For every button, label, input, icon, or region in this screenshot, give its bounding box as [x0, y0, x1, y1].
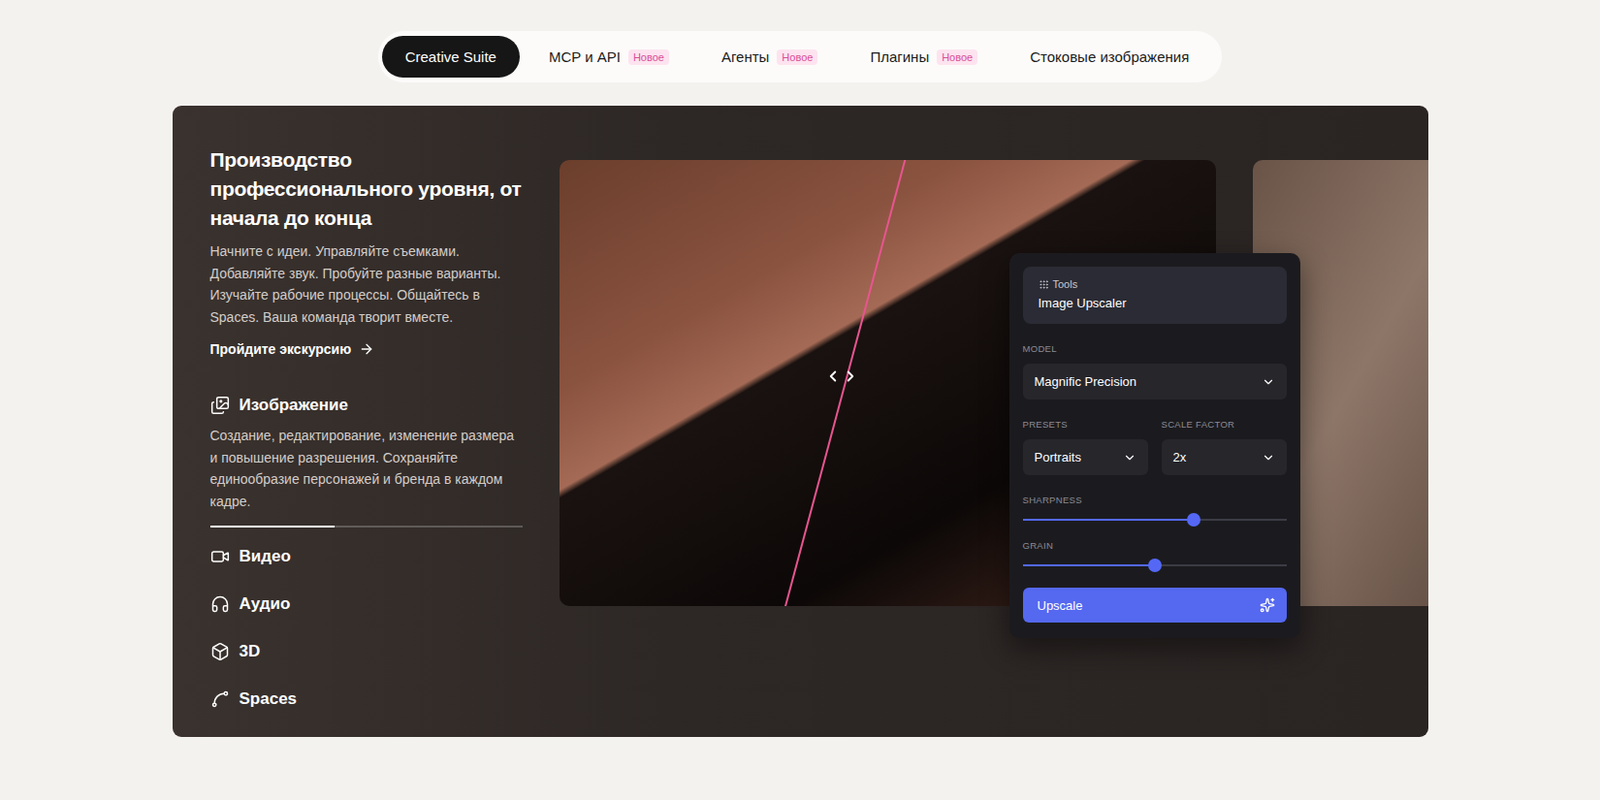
category-progress — [210, 525, 523, 528]
presets-select[interactable]: Portraits — [1023, 439, 1149, 476]
images-icon — [210, 395, 230, 416]
headphones-icon — [210, 594, 230, 614]
category-item: Изображение Создание, редактирование, изм… — [210, 391, 523, 544]
chevron-right-icon — [841, 367, 860, 385]
field-label: PRESETS — [1023, 418, 1149, 430]
nav-tab-label: Creative Suite — [405, 48, 497, 65]
compare-divider[interactable] — [775, 160, 909, 607]
compare-handle[interactable] — [824, 367, 860, 385]
category-progress-fill — [210, 525, 336, 528]
cube-icon — [210, 641, 230, 662]
model-select[interactable]: Magnific Precision — [1023, 363, 1287, 400]
grid-icon — [1038, 279, 1050, 290]
category-header[interactable]: Аудио — [210, 590, 523, 618]
slider[interactable] — [1023, 564, 1287, 567]
field-row: PRESETS Portraits SCALE FACTOR 2x — [1023, 399, 1287, 476]
video-icon — [210, 546, 230, 567]
chevron-down-icon — [1261, 450, 1276, 465]
slider-fill — [1023, 518, 1195, 521]
top-nav: Creative SuiteMCP и APIНовоеАгентыНовоеП… — [378, 31, 1223, 83]
slider-label: SHARPNESS — [1023, 494, 1287, 506]
new-badge: Новое — [628, 49, 670, 65]
category-header[interactable]: 3D — [210, 638, 523, 666]
page: Creative SuiteMCP и APIНовоеАгентыНовоеП… — [0, 0, 1600, 800]
upscale-button[interactable]: Upscale — [1023, 587, 1287, 623]
category-item: Аудио — [210, 590, 523, 639]
category-item: Видео — [210, 543, 523, 591]
category-header[interactable]: Видео — [210, 543, 523, 571]
tool-title: Image Upscaler — [1038, 295, 1272, 311]
hero-title: Производство профессионального уровня, о… — [210, 145, 523, 233]
nav-tab-label: Стоковые изображения — [1029, 48, 1189, 65]
hero-text: Производство профессионального уровня, о… — [210, 145, 523, 734]
spline-icon — [210, 689, 230, 709]
slider-knob[interactable] — [1186, 512, 1201, 527]
category-header[interactable]: Изображение — [210, 391, 523, 419]
category-item: Spaces — [210, 685, 523, 734]
nav-tab[interactable]: Стоковые изображения — [1006, 35, 1213, 78]
category-list: Изображение Создание, редактирование, изм… — [210, 391, 523, 734]
slider-fill — [1023, 564, 1155, 567]
category-item: 3D — [210, 638, 523, 686]
arrow-right-icon — [358, 341, 375, 357]
nav-tab-label: Плагины — [869, 48, 929, 65]
nav-tab-label: Агенты — [721, 48, 769, 65]
nav-tab[interactable]: Creative Suite — [382, 35, 520, 78]
nav-tab-label: MCP и API — [548, 48, 621, 65]
tools-header: Tools Image Upscaler — [1023, 266, 1287, 324]
chevron-down-icon — [1261, 375, 1276, 389]
nav-tab[interactable]: Плагины Новое — [846, 35, 1001, 78]
scale-select[interactable]: 2x — [1161, 439, 1287, 476]
new-badge: Новое — [936, 49, 978, 65]
slider-row: GRAIN — [1023, 520, 1287, 567]
category-header[interactable]: Spaces — [210, 685, 523, 713]
hero-card: Производство профессионального уровня, о… — [172, 105, 1429, 737]
hero-description: Начните с идеи. Управляйте съемками. Доб… — [210, 240, 523, 328]
field-label: SCALE FACTOR — [1161, 418, 1287, 430]
tour-link[interactable]: Пройдите экскурсию — [210, 341, 523, 357]
new-badge: Новое — [776, 49, 818, 65]
sparkles-icon — [1259, 597, 1276, 613]
tools-eyebrow: Tools — [1038, 278, 1272, 290]
chevron-left-icon — [824, 367, 842, 385]
nav-tab[interactable]: Агенты Новое — [698, 35, 841, 78]
slider-knob[interactable] — [1148, 558, 1162, 573]
nav-tab[interactable]: MCP и API Новое — [525, 35, 693, 78]
slider[interactable] — [1023, 518, 1287, 521]
slider-row: SHARPNESS — [1023, 475, 1287, 521]
tools-panel: Tools Image Upscaler MODEL Magnific Precisi… — [1009, 253, 1301, 639]
category-description: Создание, редактирование, изменение разм… — [210, 424, 523, 512]
chevron-down-icon — [1122, 450, 1137, 465]
field-label: MODEL — [1023, 343, 1287, 354]
slider-label: GRAIN — [1023, 540, 1287, 551]
